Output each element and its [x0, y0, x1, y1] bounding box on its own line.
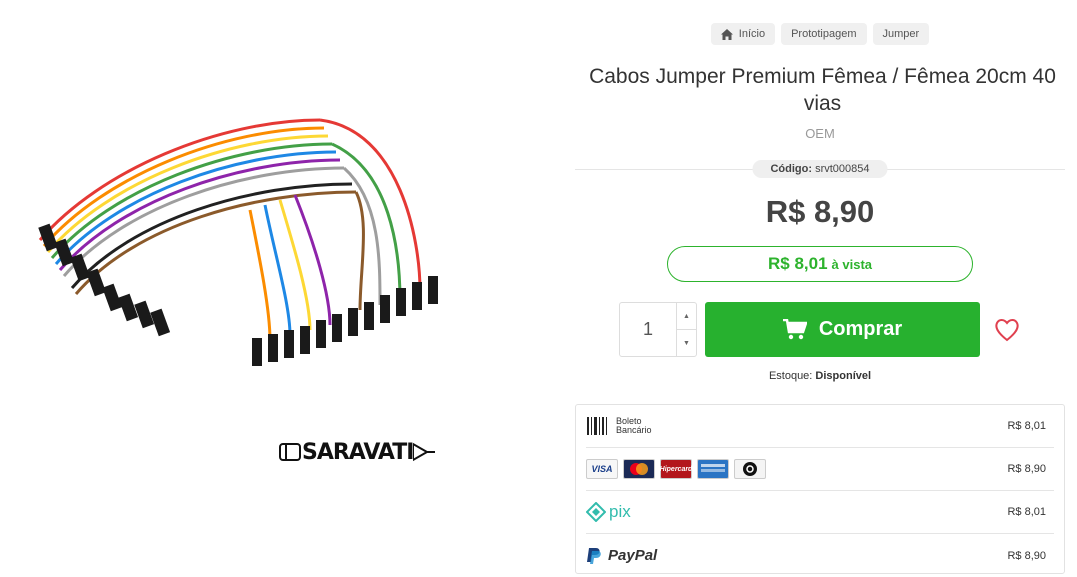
payment-row-cards: VISA Hipercard R$ 8,90 — [586, 448, 1054, 491]
payment-value: R$ 8,90 — [1007, 549, 1046, 562]
boleto-label: Boleto Bancário — [616, 416, 652, 435]
product-image — [38, 118, 438, 366]
buy-row: 1 ▲ ▼ Comprar — [619, 302, 1065, 357]
paypal-label: PayPal — [608, 547, 658, 564]
breadcrumb-label: Início — [738, 28, 766, 40]
logo-mark-icon — [279, 443, 301, 461]
breadcrumb-jumper[interactable]: Jumper — [872, 23, 930, 45]
quantity-increase-button[interactable]: ▲ — [677, 303, 696, 329]
stock-value: Disponível — [815, 370, 872, 382]
home-icon — [720, 28, 733, 40]
breadcrumb-label: Jumper — [882, 28, 920, 40]
breadcrumb-home[interactable]: Início — [710, 23, 776, 45]
product-code: Código: srvt000854 — [752, 160, 888, 178]
product-code-row: Código: srvt000854 — [575, 160, 1065, 180]
payment-row-pix: pix R$ 8,01 — [586, 491, 1054, 534]
payment-row-paypal: PayPal R$ 8,90 — [586, 534, 1054, 573]
cart-icon — [782, 318, 807, 339]
quantity-input[interactable]: 1 — [620, 303, 676, 356]
product-code-label: Código: — [770, 163, 813, 175]
breadcrumb-prototipagem[interactable]: Prototipagem — [781, 23, 867, 45]
visa-card-icon: VISA — [586, 459, 618, 479]
wishlist-heart-icon[interactable] — [994, 318, 1020, 342]
boleto-method: Boleto Bancário — [586, 415, 656, 437]
pix-icon — [586, 502, 606, 522]
payment-options: Boleto Bancário R$ 8,01 VISA Hipercard R… — [575, 404, 1065, 574]
card-brands: VISA Hipercard — [586, 459, 766, 479]
buy-button-label: Comprar — [818, 318, 903, 340]
quantity-decrease-button[interactable]: ▼ — [677, 329, 696, 356]
pix-method: pix — [586, 502, 631, 522]
quantity-stepper: 1 ▲ ▼ — [619, 302, 697, 357]
payment-value: R$ 8,01 — [1007, 420, 1046, 432]
cash-price-label: à vista — [831, 256, 873, 272]
breadcrumb-label: Prototipagem — [791, 28, 857, 40]
payment-value: R$ 8,01 — [1007, 506, 1046, 518]
breadcrumb: Início Prototipagem Jumper — [575, 23, 1065, 45]
product-title: Cabos Jumper Premium Fêmea / Fêmea 20cm … — [589, 65, 1056, 115]
pencil-tip-icon — [413, 442, 436, 462]
product-brand: OEM — [805, 126, 835, 141]
cash-price-box: R$ 8,01 à vista — [667, 246, 973, 282]
product-info: Início Prototipagem Jumper Cabos Jumper … — [575, 0, 1065, 574]
quantity-arrows: ▲ ▼ — [676, 303, 696, 356]
cash-price: R$ 8,01 — [767, 254, 828, 273]
payment-row-boleto: Boleto Bancário R$ 8,01 — [586, 405, 1054, 448]
stock-status: Estoque: Disponível — [575, 370, 1065, 382]
store-logo-text: SARAVATI — [302, 439, 414, 465]
amex-card-icon — [697, 459, 729, 479]
store-logo: SARAVATI — [278, 436, 458, 468]
product-code-value: srvt000854 — [815, 163, 870, 175]
paypal-icon — [587, 547, 601, 564]
payment-value: R$ 8,90 — [1007, 463, 1046, 475]
product-price: R$ 8,90 — [765, 194, 875, 229]
stock-label: Estoque: — [768, 370, 813, 382]
buy-button[interactable]: Comprar — [705, 302, 980, 357]
elo-card-icon — [734, 459, 766, 479]
barcode-icon — [587, 417, 607, 435]
hipercard-icon: Hipercard — [660, 459, 692, 479]
pix-label: pix — [609, 502, 631, 521]
mastercard-icon — [623, 459, 655, 479]
paypal-method: PayPal — [586, 547, 657, 565]
